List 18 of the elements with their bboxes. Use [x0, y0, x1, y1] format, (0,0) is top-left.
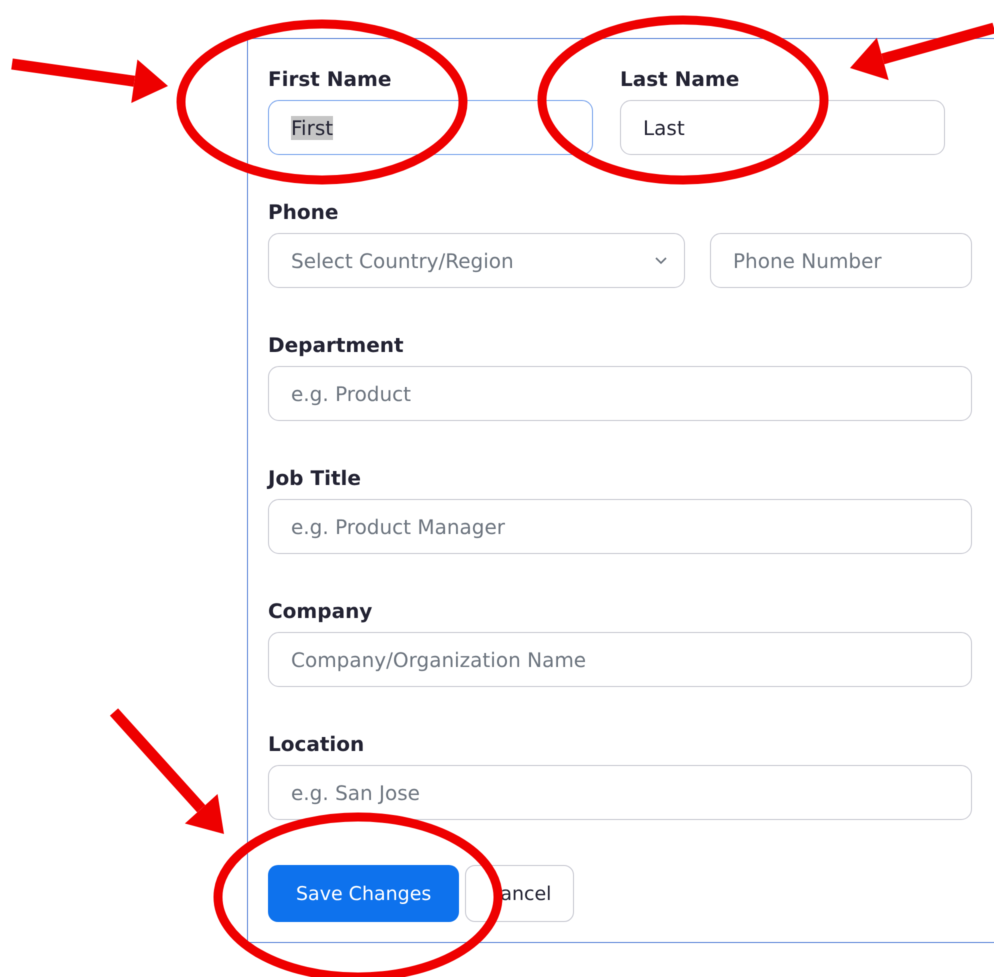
input-field[interactable]: Company/Organization Name	[268, 632, 972, 687]
field-label: First Name	[268, 67, 392, 91]
field-label: Job Title	[268, 466, 361, 490]
country-select[interactable]: Select Country/Region	[268, 233, 685, 288]
field-label: Department	[268, 333, 404, 357]
field-label: Phone	[268, 200, 338, 224]
cancel-button[interactable]: ancel	[465, 865, 574, 922]
save-button[interactable]: Save Changes	[268, 865, 460, 922]
field-label: Location	[268, 732, 364, 756]
input-field[interactable]: e.g. Product Manager	[268, 499, 972, 554]
input-field[interactable]: First	[268, 100, 593, 155]
input-field[interactable]: Phone Number	[710, 233, 972, 288]
input-field[interactable]: Last	[620, 100, 945, 155]
input-field[interactable]: e.g. San Jose	[268, 765, 972, 820]
field-label: Last Name	[620, 67, 740, 91]
chevron-icon	[654, 256, 668, 265]
field-label: Company	[268, 599, 372, 623]
input-field[interactable]: e.g. Product	[268, 366, 972, 421]
